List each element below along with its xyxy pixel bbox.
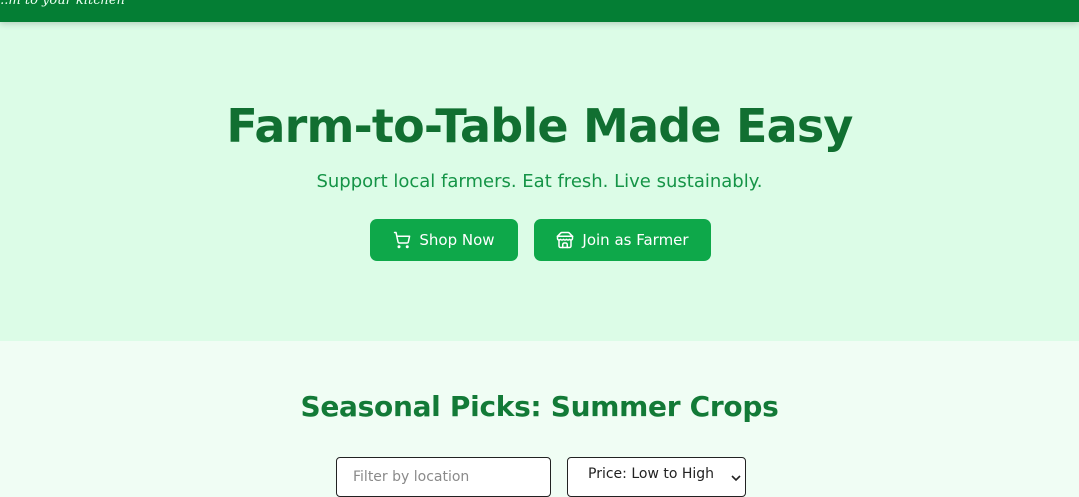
- seasonal-picks-title: Seasonal Picks: Summer Crops: [300, 390, 779, 423]
- shop-now-label: Shop Now: [419, 231, 495, 249]
- sort-select-value: Price: Low to High: [588, 466, 715, 482]
- shopping-cart-icon: [393, 231, 411, 249]
- top-header-bar: ...m to your kitchen: [0, 0, 1079, 22]
- header-tagline: ...m to your kitchen: [0, 0, 125, 8]
- chevron-down-icon: [731, 471, 741, 487]
- hero-subtitle: Support local farmers. Eat fresh. Live s…: [316, 171, 763, 192]
- hero-title: Farm-to-Table Made Easy: [226, 99, 853, 153]
- hero-section: Farm-to-Table Made Easy Support local fa…: [0, 22, 1079, 341]
- location-filter-input[interactable]: [336, 457, 551, 497]
- shop-now-button[interactable]: Shop Now: [370, 219, 518, 261]
- join-as-farmer-button[interactable]: Join as Farmer: [534, 219, 711, 261]
- join-as-farmer-label: Join as Farmer: [582, 231, 689, 249]
- storefront-icon: [556, 231, 574, 249]
- sort-select[interactable]: Price: Low to High: [567, 457, 746, 497]
